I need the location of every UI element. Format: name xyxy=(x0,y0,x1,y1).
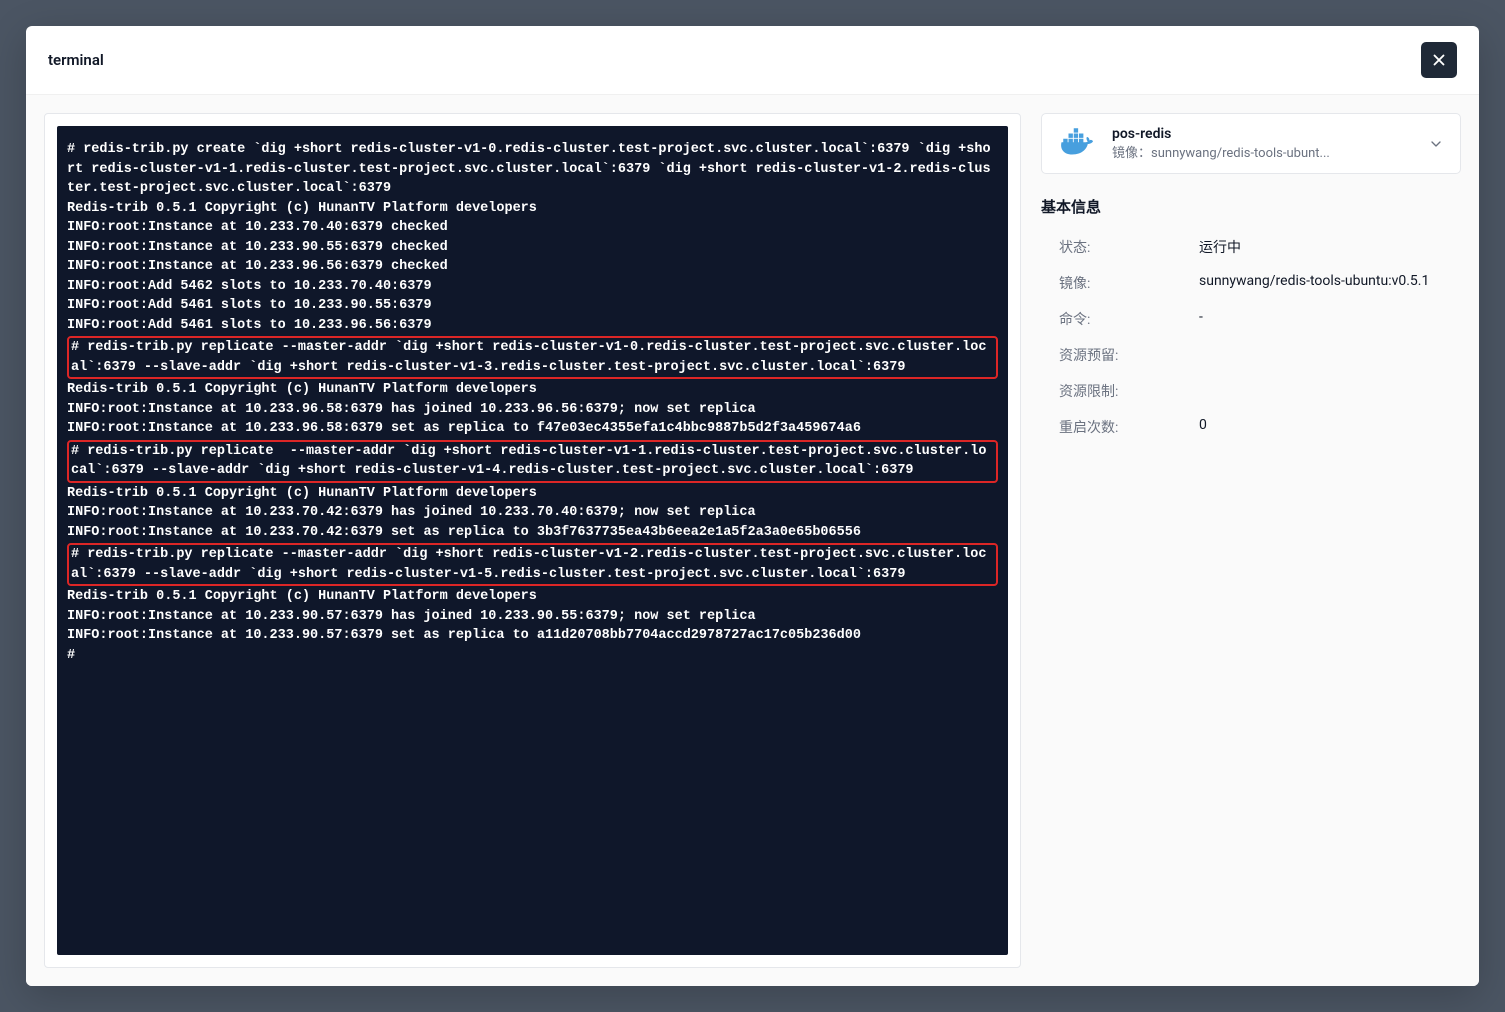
terminal-line: # redis-trib.py replicate --master-addr … xyxy=(71,442,994,481)
info-row-status: 状态: 运行中 xyxy=(1041,229,1461,265)
pod-card[interactable]: pos-redis 镜像：sunnywang/redis-tools-ubunt… xyxy=(1041,113,1461,174)
info-label: 命令: xyxy=(1059,309,1199,329)
pod-image-summary: 镜像：sunnywang/redis-tools-ubunt... xyxy=(1112,142,1416,161)
chevron-down-icon xyxy=(1428,136,1444,152)
info-row-command: 命令: - xyxy=(1041,301,1461,337)
info-row-reserve: 资源预留: xyxy=(1041,337,1461,373)
info-value: sunnywang/redis-tools-ubuntu:v0.5.1 xyxy=(1199,273,1461,293)
close-icon xyxy=(1430,51,1448,69)
terminal-line: Redis-trib 0.5.1 Copyright (c) HunanTV P… xyxy=(67,484,998,543)
modal-body: # redis-trib.py create `dig +short redis… xyxy=(26,95,1479,986)
pod-info: pos-redis 镜像：sunnywang/redis-tools-ubunt… xyxy=(1112,126,1416,161)
info-row-restart: 重启次数: 0 xyxy=(1041,409,1461,445)
terminal-line: Redis-trib 0.5.1 Copyright (c) HunanTV P… xyxy=(67,587,998,665)
terminal-line: # redis-trib.py create `dig +short redis… xyxy=(67,140,998,335)
basic-info-title: 基本信息 xyxy=(1041,196,1461,217)
highlight-command-1: # redis-trib.py replicate --master-addr … xyxy=(67,336,998,379)
docker-icon xyxy=(1058,128,1100,160)
terminal-line: # redis-trib.py replicate --master-addr … xyxy=(71,545,994,584)
info-value xyxy=(1199,345,1461,365)
modal-title: terminal xyxy=(48,51,104,69)
info-row-limit: 资源限制: xyxy=(1041,373,1461,409)
info-label: 资源预留: xyxy=(1059,345,1199,365)
info-label: 资源限制: xyxy=(1059,381,1199,401)
highlight-command-3: # redis-trib.py replicate --master-addr … xyxy=(67,543,998,586)
terminal-line: # redis-trib.py replicate --master-addr … xyxy=(71,338,994,377)
sidebar: pos-redis 镜像：sunnywang/redis-tools-ubunt… xyxy=(1041,113,1461,968)
terminal-container: # redis-trib.py create `dig +short redis… xyxy=(44,113,1021,968)
pod-name: pos-redis xyxy=(1112,126,1416,142)
info-value xyxy=(1199,381,1461,401)
info-value: 运行中 xyxy=(1199,237,1461,257)
info-label: 状态: xyxy=(1059,237,1199,257)
close-button[interactable] xyxy=(1421,42,1457,78)
info-value: - xyxy=(1199,309,1461,329)
modal-header: terminal xyxy=(26,26,1479,95)
info-row-image: 镜像: sunnywang/redis-tools-ubuntu:v0.5.1 xyxy=(1041,265,1461,301)
terminal-modal: terminal # redis-trib.py create `dig +sh… xyxy=(26,26,1479,986)
terminal-output[interactable]: # redis-trib.py create `dig +short redis… xyxy=(57,126,1008,955)
info-value: 0 xyxy=(1199,417,1461,437)
terminal-line: Redis-trib 0.5.1 Copyright (c) HunanTV P… xyxy=(67,380,998,439)
info-label: 重启次数: xyxy=(1059,417,1199,437)
info-label: 镜像: xyxy=(1059,273,1199,293)
highlight-command-2: # redis-trib.py replicate --master-addr … xyxy=(67,440,998,483)
